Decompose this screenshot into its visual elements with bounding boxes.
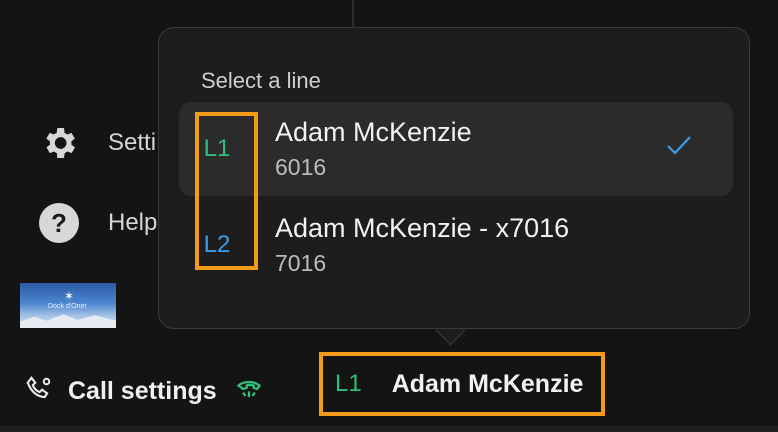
- current-line-name: Adam McKenzie: [391, 369, 584, 398]
- line-select-popover: Select a line L1 Adam McKenzie 6016 L2 A…: [158, 27, 750, 329]
- line-tag: L2: [203, 231, 231, 258]
- line-option-2[interactable]: L2 Adam McKenzie - x7016 7016: [179, 198, 733, 292]
- line-option-1[interactable]: L1 Adam McKenzie 6016: [179, 102, 733, 196]
- line-extension: 6016: [275, 154, 327, 180]
- call-settings-button[interactable]: Call settings: [24, 374, 263, 409]
- sidebar-item-settings[interactable]: Setti: [38, 122, 156, 164]
- sidebar-item-label: Help: [108, 209, 158, 236]
- mountain-graphic: [20, 314, 116, 328]
- current-line-selector[interactable]: L1 Adam McKenzie: [319, 352, 605, 416]
- avatar-thumbnail[interactable]: ✶ Dock d'Onet: [20, 283, 116, 328]
- bottom-bar: Call settings L1 Adam McKenzie: [0, 352, 778, 432]
- line-name: Adam McKenzie: [275, 117, 472, 147]
- gear-icon: [38, 122, 80, 164]
- sidebar-item-label: Setti: [108, 129, 157, 156]
- line-tag: L1: [203, 135, 231, 162]
- sun-icon: ✶: [64, 289, 75, 303]
- line-status-icon: [235, 375, 263, 408]
- line-name: Adam McKenzie - x7016: [275, 213, 570, 243]
- help-icon: ?: [38, 202, 80, 244]
- bottom-strip: [0, 426, 778, 432]
- call-settings-label: Call settings: [68, 377, 217, 405]
- popover-title: Select a line: [201, 68, 321, 93]
- thumbnail-caption: Dock d'Onet: [48, 303, 87, 310]
- phone-settings-icon: [24, 374, 54, 409]
- sidebar-item-help[interactable]: ? Help: [38, 202, 157, 244]
- current-line-tag: L1: [335, 370, 362, 397]
- checkmark-icon: [665, 134, 693, 161]
- line-extension: 7016: [275, 250, 327, 276]
